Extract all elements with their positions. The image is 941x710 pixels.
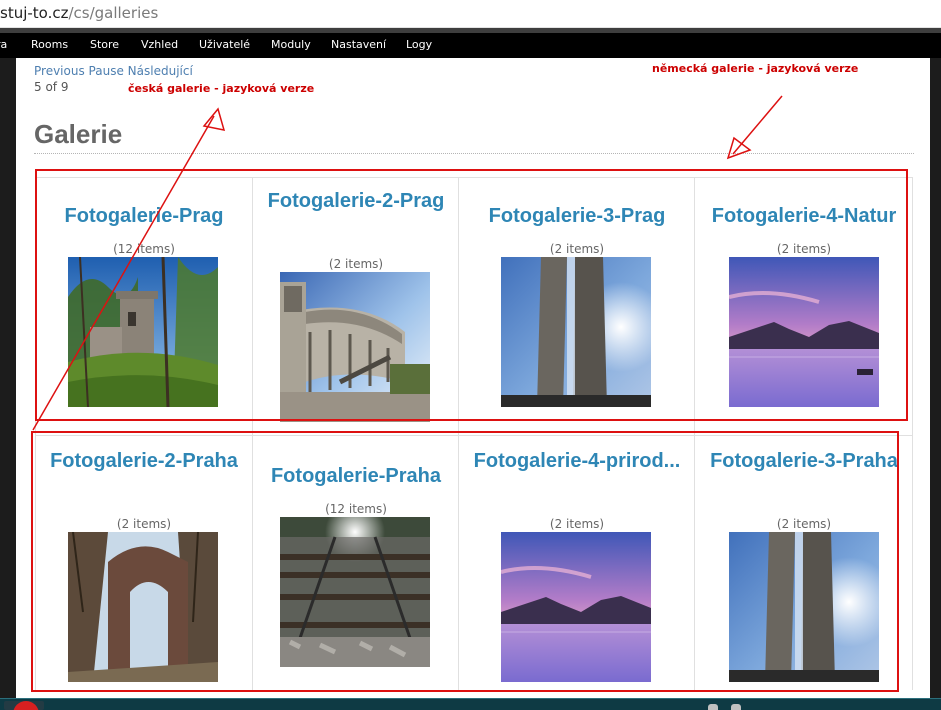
german-arrow-line (732, 95, 783, 155)
czech-arrow-head (202, 107, 226, 131)
tray-icon[interactable] (731, 704, 741, 710)
tray-icon[interactable] (708, 704, 718, 710)
annotation-arrows (32, 95, 783, 431)
os-taskbar (0, 698, 941, 710)
czech-arrow-line (32, 115, 215, 431)
